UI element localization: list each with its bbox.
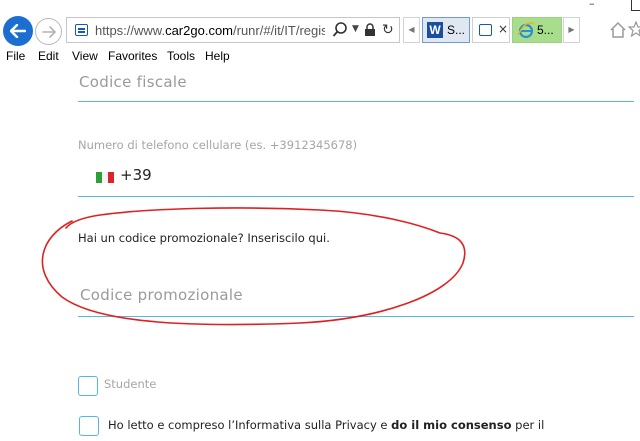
search-icon[interactable]	[332, 21, 348, 39]
ie-icon	[517, 22, 535, 39]
menu-bar: File Edit View Favorites Tools Help	[0, 47, 640, 65]
italy-flag-icon[interactable]	[96, 172, 114, 183]
fiscal-code-underline	[78, 101, 634, 102]
site-favicon-icon: W	[427, 22, 443, 38]
menu-favorites[interactable]: Favorites	[108, 49, 157, 63]
phone-input[interactable]: +39	[120, 166, 152, 184]
menu-file[interactable]: File	[6, 49, 25, 63]
back-arrow-icon	[10, 24, 26, 38]
browser-chrome: – https://www.car2go.com/runr/#/it/IT/re…	[0, 0, 640, 47]
back-button[interactable]	[3, 16, 33, 46]
promo-code-underline	[78, 316, 634, 317]
phone-underline	[78, 196, 634, 197]
tab-close-icon[interactable]: ×	[498, 22, 508, 36]
page-content: Codice fiscale Numero di telefono cellul…	[0, 65, 640, 441]
phone-label: Numero di telefono cellulare (es. +39123…	[78, 138, 358, 152]
chevron-down-icon[interactable]: ▼	[352, 24, 359, 34]
site-icon	[479, 24, 492, 36]
fiscal-code-input[interactable]: Codice fiscale	[79, 73, 187, 91]
forward-arrow-icon	[41, 25, 56, 38]
tab-scroll-left-button[interactable]: ◀	[403, 17, 420, 43]
student-checkbox[interactable]	[78, 376, 98, 396]
lock-icon[interactable]	[364, 23, 376, 37]
promo-code-input[interactable]: Codice promozionale	[80, 286, 243, 304]
tab-label: S...	[447, 23, 466, 37]
refresh-icon[interactable]: ↻	[382, 22, 394, 38]
tab-label: 5...	[537, 23, 554, 37]
tab-scroll-right-button[interactable]: ▶	[563, 17, 580, 43]
tab-ie[interactable]: 5...	[512, 17, 562, 43]
menu-view[interactable]: View	[72, 49, 98, 63]
privacy-consent-label: Ho letto e compreso l’Informativa sulla …	[108, 418, 545, 432]
site-icon	[75, 24, 88, 36]
address-bar[interactable]: https://www.car2go.com/runr/#/it/IT/regi…	[66, 17, 400, 43]
promo-question: Hai un codice promozionale? Inseriscilo …	[78, 231, 330, 245]
url-text[interactable]: https://www.car2go.com/runr/#/it/IT/regi…	[95, 23, 325, 38]
tab-active[interactable]: W S...	[422, 17, 470, 43]
window-minimize-button[interactable]: –	[589, 0, 603, 10]
privacy-checkbox[interactable]	[79, 416, 99, 436]
tab-car2go[interactable]: ×	[472, 17, 510, 43]
window-maximize-button[interactable]	[631, 0, 640, 11]
menu-help[interactable]: Help	[205, 49, 230, 63]
forward-button[interactable]	[35, 18, 62, 45]
student-label: Studente	[104, 377, 157, 391]
star-icon[interactable]	[628, 21, 640, 37]
menu-tools[interactable]: Tools	[167, 49, 195, 63]
menu-edit[interactable]: Edit	[38, 49, 59, 63]
home-icon[interactable]	[609, 21, 627, 39]
